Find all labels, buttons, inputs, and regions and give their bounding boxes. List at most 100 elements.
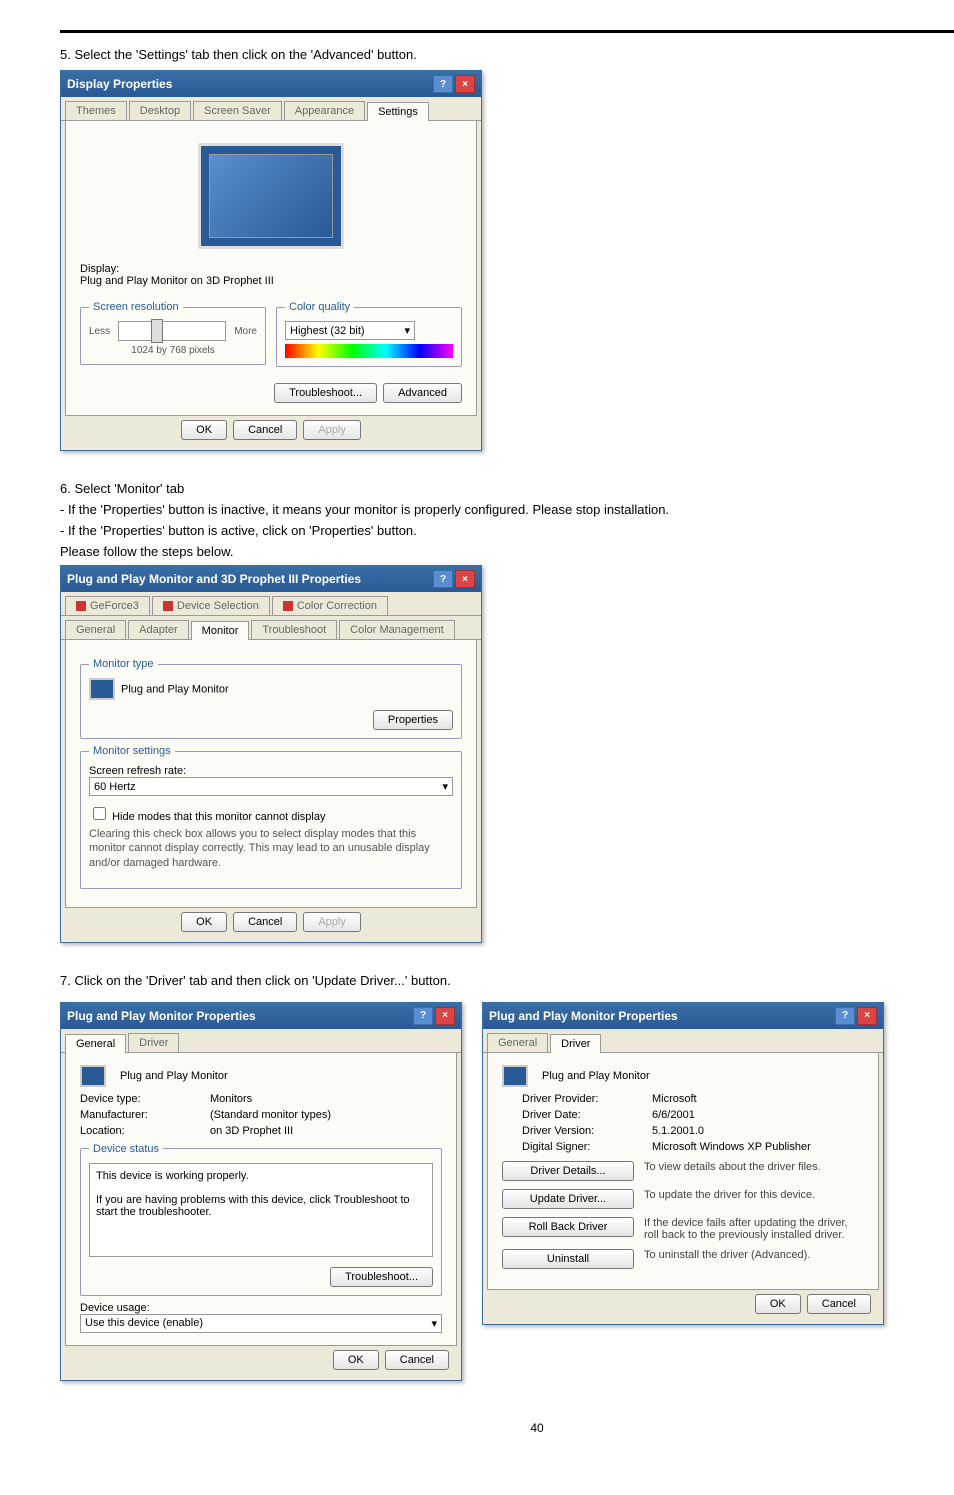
tab-troubleshoot[interactable]: Troubleshoot (251, 620, 337, 639)
help-icon[interactable]: ? (835, 1007, 855, 1025)
refresh-rate-select[interactable]: 60 Hertz ▾ (89, 777, 453, 796)
header-text: Plug and Play Monitor (120, 1070, 228, 1082)
troubleshoot-button[interactable]: Troubleshoot... (274, 383, 377, 403)
ok-button[interactable]: OK (755, 1294, 801, 1314)
apply-button[interactable]: Apply (303, 420, 361, 440)
tab-appearance[interactable]: Appearance (284, 101, 365, 120)
troubleshoot-button[interactable]: Troubleshoot... (330, 1267, 433, 1287)
tab-device-selection[interactable]: Device Selection (152, 596, 270, 615)
tab-settings[interactable]: Settings (367, 102, 429, 121)
help-icon[interactable]: ? (433, 75, 453, 93)
monitor-preview (80, 143, 462, 249)
ok-button[interactable]: OK (181, 912, 227, 932)
tab-screensaver[interactable]: Screen Saver (193, 101, 282, 120)
monitor-icon (502, 1065, 528, 1087)
res-group-title: Screen resolution (89, 301, 183, 313)
close-icon[interactable]: × (857, 1007, 877, 1025)
prov-value: Microsoft (652, 1093, 864, 1105)
titlebar: Plug and Play Monitor Properties ? × (483, 1003, 883, 1029)
loc-value: on 3D Prophet III (210, 1125, 442, 1137)
less-label: Less (89, 326, 110, 337)
chevron-down-icon: ▾ (442, 780, 448, 793)
hide-modes-desc: Clearing this check box allows you to se… (89, 827, 453, 870)
driver-details-desc: To view details about the driver files. (644, 1161, 864, 1173)
monitor-icon (80, 1065, 106, 1087)
pnp-general-dialog: Plug and Play Monitor Properties ? × Gen… (60, 1002, 462, 1381)
hide-modes-checkbox[interactable] (93, 807, 106, 820)
cancel-button[interactable]: Cancel (385, 1350, 449, 1370)
status-text: This device is working properly. (96, 1170, 426, 1182)
ver-label: Driver Version: (522, 1125, 642, 1137)
refresh-value: 60 Hertz (94, 781, 136, 793)
monitor-icon (89, 678, 115, 700)
sig-label: Digital Signer: (522, 1141, 642, 1153)
update-driver-button[interactable]: Update Driver... (502, 1189, 634, 1209)
tab-desktop[interactable]: Desktop (129, 101, 191, 120)
rollback-driver-button[interactable]: Roll Back Driver (502, 1217, 634, 1237)
uninstall-button[interactable]: Uninstall (502, 1249, 634, 1269)
tab-color-correction[interactable]: Color Correction (272, 596, 388, 615)
devtype-label: Device type: (80, 1093, 200, 1105)
device-status-box[interactable]: This device is working properly. If you … (89, 1163, 433, 1257)
step7-text: 7. Click on the 'Driver' tab and then cl… (60, 973, 954, 988)
dialog-title: Display Properties (67, 77, 172, 91)
manu-label: Manufacturer: (80, 1109, 200, 1121)
monitor-type-legend: Monitor type (89, 658, 158, 670)
sig-value: Microsoft Windows XP Publisher (652, 1141, 864, 1153)
tab-driver[interactable]: Driver (128, 1033, 179, 1052)
step5-text: 5. Select the 'Settings' tab then click … (60, 47, 954, 62)
uninstall-desc: To uninstall the driver (Advanced). (644, 1249, 864, 1261)
color-quality-group: Color quality Highest (32 bit) ▾ (276, 301, 462, 367)
header-text: Plug and Play Monitor (542, 1070, 650, 1082)
device-status-legend: Device status (89, 1143, 163, 1155)
tab-monitor[interactable]: Monitor (191, 621, 250, 640)
tab-adapter[interactable]: Adapter (128, 620, 189, 639)
step6-note1: - If the 'Properties' button is inactive… (60, 502, 954, 517)
ok-button[interactable]: OK (333, 1350, 379, 1370)
close-icon[interactable]: × (455, 570, 475, 588)
prov-label: Driver Provider: (522, 1093, 642, 1105)
close-icon[interactable]: × (455, 75, 475, 93)
refresh-label: Screen refresh rate: (89, 765, 453, 777)
ok-button[interactable]: OK (181, 420, 227, 440)
dialog-title: Plug and Play Monitor and 3D Prophet III… (67, 572, 361, 586)
help-icon[interactable]: ? (413, 1007, 433, 1025)
tab-geforce3[interactable]: GeForce3 (65, 596, 150, 615)
settings-tabs: Themes Desktop Screen Saver Appearance S… (61, 97, 481, 121)
usage-label: Device usage: (80, 1302, 442, 1314)
help-icon[interactable]: ? (433, 570, 453, 588)
monitor-type-value: Plug and Play Monitor (121, 683, 229, 695)
cancel-button[interactable]: Cancel (807, 1294, 871, 1314)
date-label: Driver Date: (522, 1109, 642, 1121)
display-value: Plug and Play Monitor on 3D Prophet III (80, 275, 462, 287)
titlebar: Plug and Play Monitor and 3D Prophet III… (61, 566, 481, 592)
tab-themes[interactable]: Themes (65, 101, 127, 120)
color-bar (285, 344, 453, 358)
tab-color-management[interactable]: Color Management (339, 620, 455, 639)
loc-label: Location: (80, 1125, 200, 1137)
resolution-slider[interactable] (118, 321, 226, 341)
usage-select[interactable]: Use this device (enable) ▾ (80, 1314, 442, 1333)
apply-button[interactable]: Apply (303, 912, 361, 932)
usage-value: Use this device (enable) (85, 1317, 203, 1329)
resolution-value: 1024 by 768 pixels (89, 345, 257, 356)
tab-general[interactable]: General (487, 1033, 548, 1052)
tab-driver[interactable]: Driver (550, 1034, 601, 1053)
hide-modes-label: Hide modes that this monitor cannot disp… (112, 811, 325, 823)
close-icon[interactable]: × (435, 1007, 455, 1025)
monitor-settings-group: Monitor settings Screen refresh rate: 60… (80, 745, 462, 889)
color-quality-select[interactable]: Highest (32 bit) ▾ (285, 321, 415, 340)
tab-general[interactable]: General (65, 620, 126, 639)
monitor-type-group: Monitor type Plug and Play Monitor Prope… (80, 658, 462, 739)
display-label: Display: (80, 263, 462, 275)
dialog-title: Plug and Play Monitor Properties (489, 1009, 678, 1023)
advanced-button[interactable]: Advanced (383, 383, 462, 403)
step6-note3: Please follow the steps below. (60, 544, 954, 559)
cancel-button[interactable]: Cancel (233, 912, 297, 932)
step6-title: 6. Select 'Monitor' tab (60, 481, 954, 496)
manu-value: (Standard monitor types) (210, 1109, 442, 1121)
tab-general[interactable]: General (65, 1034, 126, 1053)
driver-details-button[interactable]: Driver Details... (502, 1161, 634, 1181)
cancel-button[interactable]: Cancel (233, 420, 297, 440)
properties-button[interactable]: Properties (373, 710, 453, 730)
